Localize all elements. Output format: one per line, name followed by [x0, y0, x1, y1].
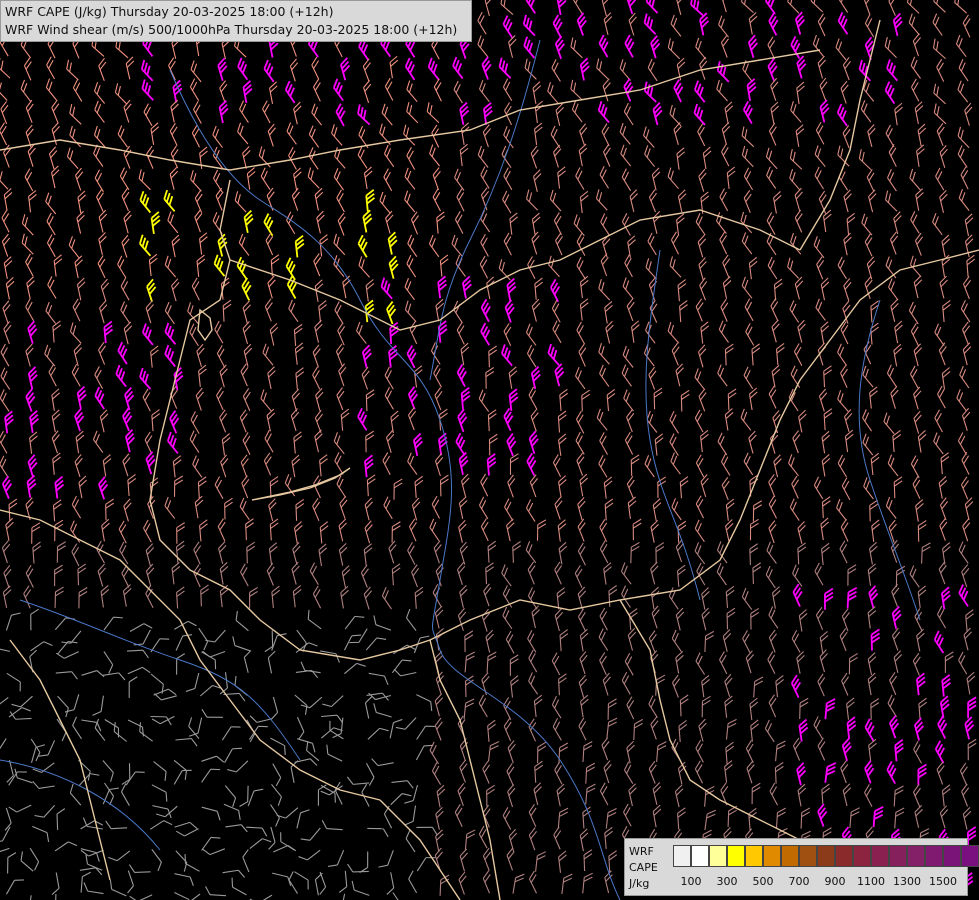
legend-tick-label: 300: [716, 875, 738, 888]
title-wind-shear: WRF Wind shear (m/s) 500/1000hPa Thursda…: [5, 22, 458, 37]
legend-tick-label: 1300: [893, 875, 921, 888]
legend-swatch: [871, 845, 889, 867]
legend-swatch: [889, 845, 907, 867]
legend-label-variable: CAPE: [629, 861, 658, 874]
legend-tick-label: 500: [752, 875, 774, 888]
legend-tick-label: 1500: [929, 875, 957, 888]
legend-swatch: [853, 845, 871, 867]
legend-swatch: [673, 845, 691, 867]
legend-label-model: WRF: [629, 845, 654, 858]
legend-tick-label: 1100: [857, 875, 885, 888]
legend-tick-label: 900: [824, 875, 846, 888]
legend-swatch: [799, 845, 817, 867]
legend-swatch: [907, 845, 925, 867]
cape-legend: WRF CAPE J/kg 100 300 500 700 900 1100 1300 150…: [624, 838, 979, 896]
legend-swatch: [961, 845, 979, 867]
legend-color-scale: [673, 845, 979, 867]
legend-swatch: [763, 845, 781, 867]
title-cape: WRF CAPE (J/kg) Thursday 20-03-2025 18:0…: [5, 4, 334, 19]
legend-label-unit: J/kg: [629, 877, 650, 890]
legend-swatch: [817, 845, 835, 867]
legend-swatch: [943, 845, 961, 867]
legend-swatch: [709, 845, 727, 867]
legend-swatch: [727, 845, 745, 867]
weather-map: [0, 0, 979, 900]
legend-swatch: [781, 845, 799, 867]
legend-tick-labels: 100 300 500 700 900 1100 1300 1500: [673, 875, 963, 889]
legend-tick-label: 100: [680, 875, 702, 888]
legend-swatch: [835, 845, 853, 867]
legend-tick-label: 700: [788, 875, 810, 888]
title-box: WRF CAPE (J/kg) Thursday 20-03-2025 18:0…: [0, 0, 472, 42]
legend-swatch: [691, 845, 709, 867]
legend-swatch: [925, 845, 943, 867]
legend-swatch: [745, 845, 763, 867]
